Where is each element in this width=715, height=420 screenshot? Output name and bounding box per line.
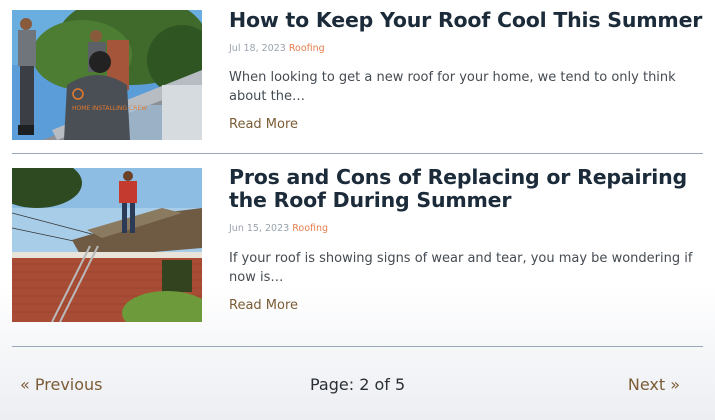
post-date: Jul 18, 2023: [229, 43, 286, 54]
blog-post-card: HOME INSTALLING CREW How to Keep Your Ro…: [12, 8, 703, 141]
post-title[interactable]: Pros and Cons of Replacing or Repairing …: [229, 166, 703, 212]
post-excerpt: If your roof is showing signs of wear an…: [229, 251, 693, 285]
read-more-link[interactable]: Read More: [229, 298, 298, 313]
post-thumbnail[interactable]: HOME INSTALLING CREW: [12, 10, 202, 140]
post-meta: Jun 15, 2023 Roofing: [229, 223, 703, 234]
post-body: Pros and Cons of Replacing or Repairing …: [229, 166, 703, 322]
post-divider: [12, 153, 703, 154]
previous-page-link[interactable]: « Previous: [20, 375, 103, 394]
pagination-divider: [12, 346, 703, 347]
post-category-link[interactable]: Roofing: [289, 43, 325, 54]
post-title[interactable]: How to Keep Your Roof Cool This Summer: [229, 9, 703, 32]
next-page-link[interactable]: Next »: [628, 375, 680, 394]
page-indicator: Page: 2 of 5: [310, 375, 406, 394]
post-excerpt: When looking to get a new roof for your …: [229, 70, 676, 104]
post-body: How to Keep Your Roof Cool This Summer J…: [229, 8, 703, 141]
post-category-link[interactable]: Roofing: [292, 223, 328, 234]
post-thumbnail[interactable]: [12, 168, 202, 322]
blog-post-card: Pros and Cons of Replacing or Repairing …: [12, 166, 703, 322]
post-date: Jun 15, 2023: [229, 223, 290, 234]
read-more-link[interactable]: Read More: [229, 117, 298, 132]
pagination: « Previous Page: 2 of 5 Next »: [20, 375, 680, 399]
shirt-logo-text: HOME INSTALLING CREW: [72, 105, 147, 112]
post-meta: Jul 18, 2023 Roofing: [229, 43, 703, 54]
